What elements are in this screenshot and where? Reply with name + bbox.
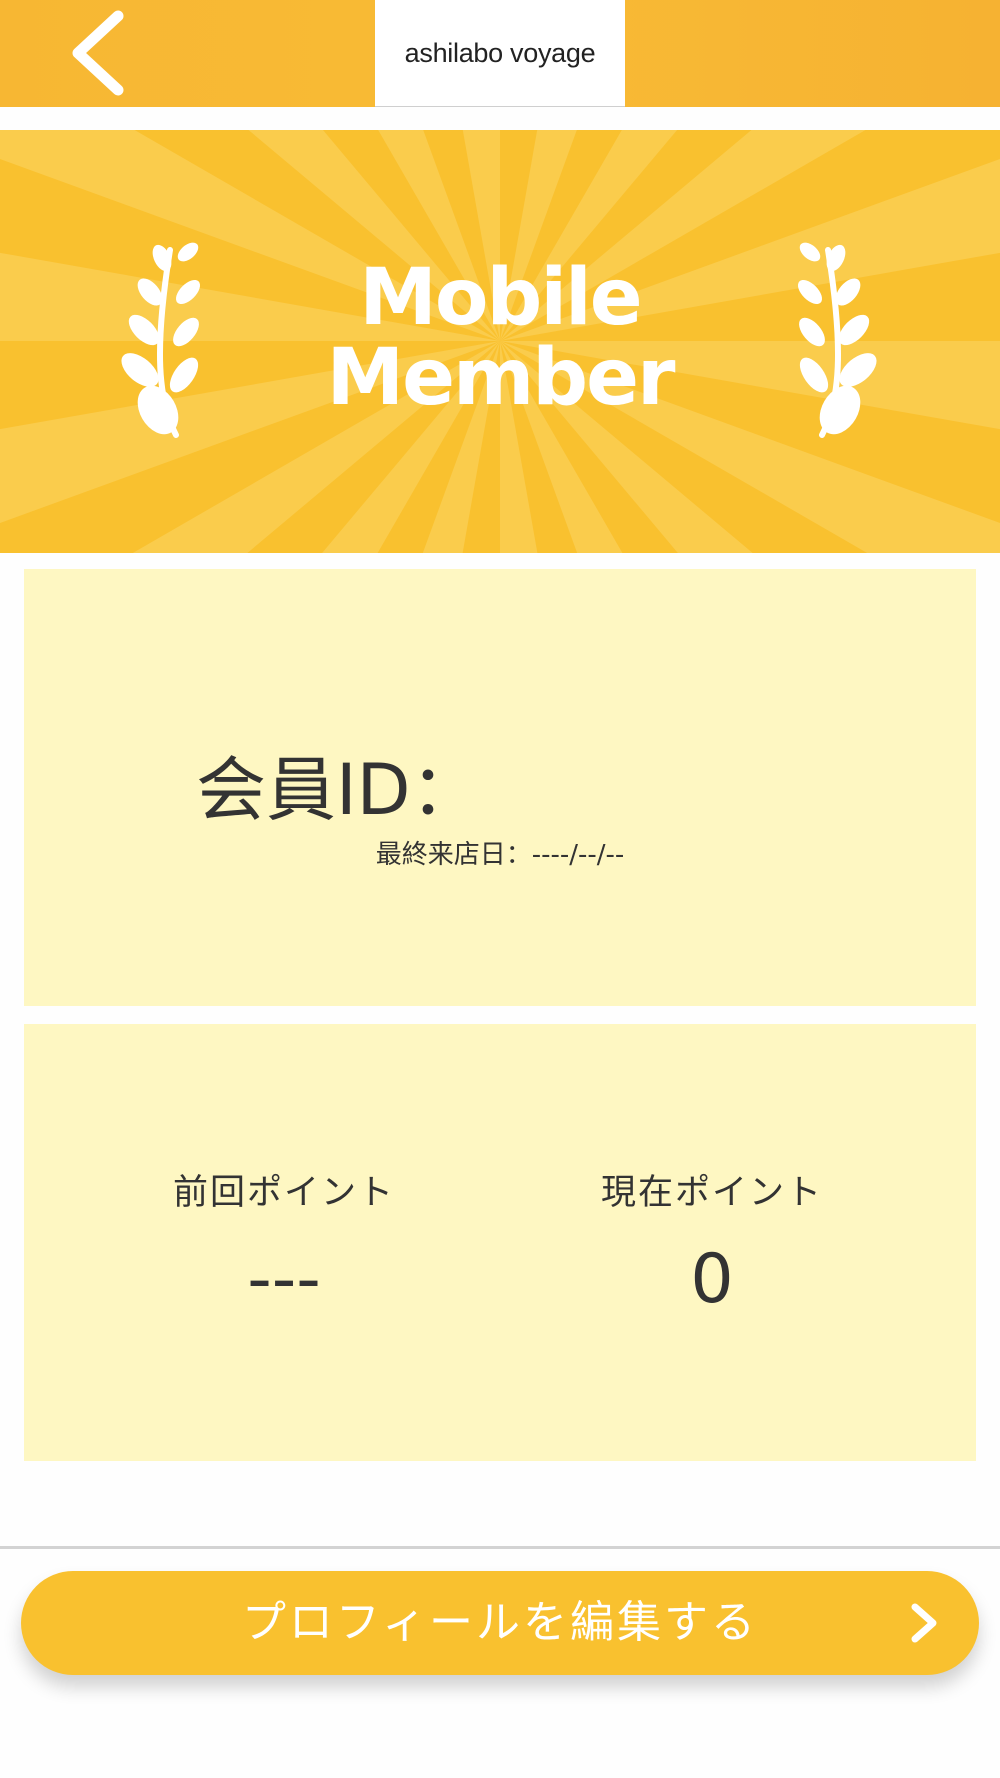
footer-divider — [0, 1546, 1000, 1549]
member-id-label: 会員ID： — [196, 749, 481, 831]
app-title: ashilabo voyage — [404, 37, 596, 68]
last-visit-date: 最終来店日：----/--/-- — [375, 840, 625, 870]
points-card: 前回ポイント --- 現在ポイント 0 — [24, 1024, 976, 1461]
app-header: ashilabo voyage — [0, 0, 1000, 107]
chevron-right-icon — [911, 1603, 937, 1643]
chevron-left-icon — [72, 10, 124, 96]
current-points-value: 0 — [690, 1240, 734, 1319]
previous-points: 前回ポイント --- — [134, 1164, 434, 1319]
current-points: 現在ポイント 0 — [562, 1164, 862, 1319]
previous-points-label: 前回ポイント — [172, 1173, 395, 1213]
current-points-label: 現在ポイント — [600, 1173, 823, 1213]
previous-points-value: --- — [247, 1240, 321, 1319]
edit-profile-button[interactable]: プロフィールを編集する — [21, 1571, 979, 1675]
laurel-icon — [797, 242, 877, 438]
edit-profile-label: プロフィールを編集する — [241, 1597, 759, 1648]
back-button[interactable] — [62, 8, 142, 98]
member-banner: Mobile Member — [0, 130, 1000, 553]
app-title-box: ashilabo voyage — [375, 0, 625, 107]
member-info-card: 会員ID： 最終来店日：----/--/-- — [24, 569, 976, 1006]
